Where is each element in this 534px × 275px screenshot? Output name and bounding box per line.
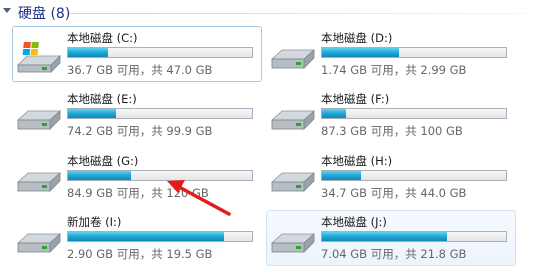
drive-item-i[interactable]: 新加卷 (I:) 2.90 GB 可用，共 19.5 GB bbox=[12, 210, 262, 266]
drive-item-f[interactable]: 本地磁盘 (F:) 87.3 GB 可用，共 100 GB bbox=[266, 87, 516, 143]
usage-bar bbox=[67, 47, 253, 58]
hard-drive-icon bbox=[16, 110, 61, 130]
drive-item-h[interactable]: 本地磁盘 (H:) 34.7 GB 可用，共 44.0 GB bbox=[266, 149, 516, 205]
drive-free-space: 34.7 GB 可用，共 44.0 GB bbox=[321, 186, 467, 200]
drive-item-c[interactable]: 本地磁盘 (C:) 36.7 GB 可用，共 47.0 GB bbox=[12, 26, 262, 82]
drive-label: 新加卷 (I:) bbox=[67, 215, 122, 229]
drive-label: 本地磁盘 (D:) bbox=[321, 31, 393, 45]
usage-bar-fill bbox=[68, 171, 131, 180]
group-divider bbox=[70, 13, 526, 14]
drive-free-space: 7.04 GB 可用，共 21.8 GB bbox=[321, 247, 467, 261]
usage-bar-fill bbox=[68, 48, 109, 57]
hard-drive-icon bbox=[270, 233, 315, 253]
usage-bar-fill bbox=[322, 48, 400, 57]
usage-bar bbox=[321, 170, 507, 181]
usage-bar bbox=[67, 108, 253, 119]
hard-drive-icon bbox=[16, 172, 61, 192]
drive-label: 本地磁盘 (F:) bbox=[321, 92, 390, 106]
drive-free-space: 2.90 GB 可用，共 19.5 GB bbox=[67, 247, 213, 261]
usage-bar-fill bbox=[322, 109, 346, 118]
drive-free-space: 74.2 GB 可用，共 99.9 GB bbox=[67, 124, 213, 138]
drive-label: 本地磁盘 (H:) bbox=[321, 154, 393, 168]
drive-label: 本地磁盘 (E:) bbox=[67, 92, 137, 106]
windows-drive-icon bbox=[17, 42, 61, 73]
usage-bar-fill bbox=[68, 109, 116, 118]
usage-bar-fill bbox=[68, 232, 225, 241]
group-header-hard-drives[interactable]: 硬盘 (8) bbox=[0, 0, 534, 24]
drive-item-g[interactable]: 本地磁盘 (G:) 84.9 GB 可用，共 120 GB bbox=[12, 149, 262, 205]
drive-free-space: 1.74 GB 可用，共 2.99 GB bbox=[321, 63, 467, 77]
drive-label: 本地磁盘 (G:) bbox=[67, 154, 139, 168]
group-title: 硬盘 (8) bbox=[18, 6, 71, 22]
hard-drive-icon bbox=[270, 172, 315, 192]
drive-item-d[interactable]: 本地磁盘 (D:) 1.74 GB 可用，共 2.99 GB bbox=[266, 26, 516, 82]
drive-free-space: 84.9 GB 可用，共 120 GB bbox=[67, 186, 209, 200]
usage-bar bbox=[321, 108, 507, 119]
usage-bar bbox=[321, 231, 507, 242]
drive-item-e[interactable]: 本地磁盘 (E:) 74.2 GB 可用，共 99.9 GB bbox=[12, 87, 262, 143]
chevron-down-icon[interactable] bbox=[3, 8, 11, 13]
usage-bar bbox=[67, 231, 253, 242]
usage-bar-fill bbox=[322, 171, 361, 180]
drive-label: 本地磁盘 (J:) bbox=[321, 215, 387, 229]
usage-bar bbox=[67, 170, 253, 181]
hard-drive-icon bbox=[16, 233, 61, 253]
drive-label: 本地磁盘 (C:) bbox=[67, 31, 138, 45]
hard-drive-icon bbox=[270, 49, 315, 69]
usage-bar-fill bbox=[322, 232, 448, 241]
drive-free-space: 87.3 GB 可用，共 100 GB bbox=[321, 124, 463, 138]
drive-item-j[interactable]: 本地磁盘 (J:) 7.04 GB 可用，共 21.8 GB bbox=[266, 210, 516, 266]
usage-bar bbox=[321, 47, 507, 58]
drive-free-space: 36.7 GB 可用，共 47.0 GB bbox=[67, 63, 213, 77]
hard-drive-icon bbox=[270, 110, 315, 130]
